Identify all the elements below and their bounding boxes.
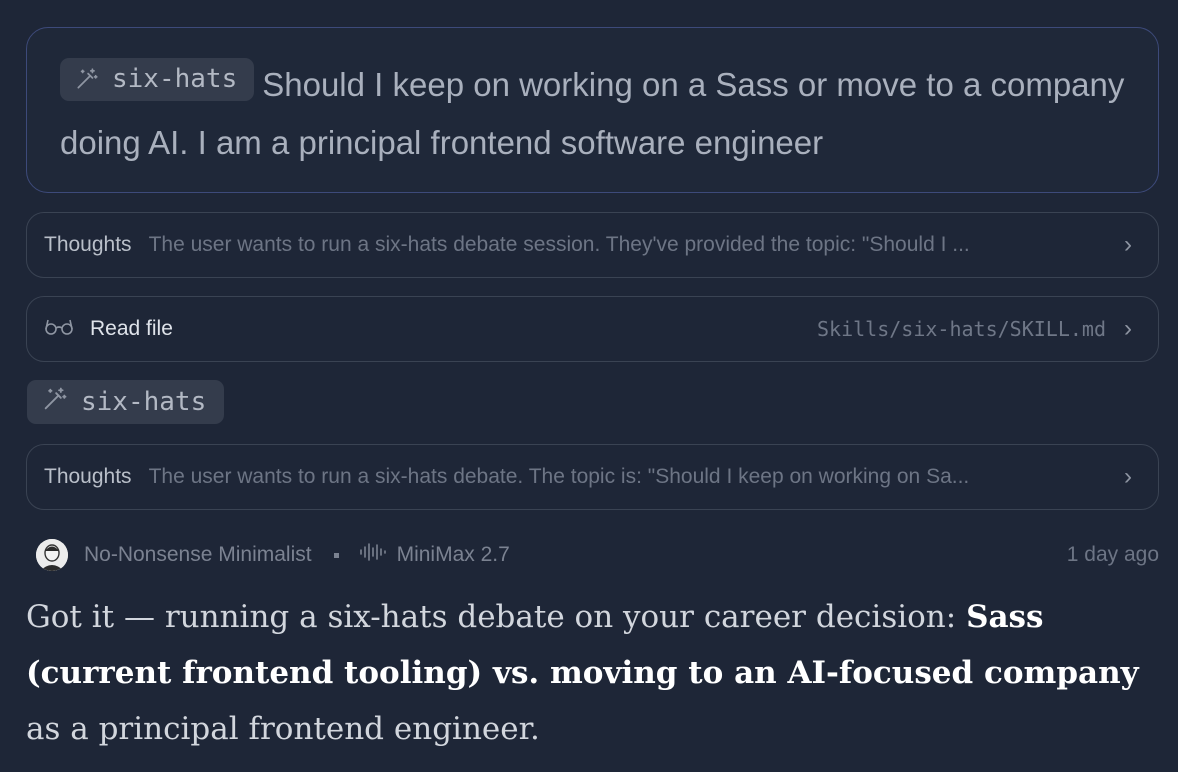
prompt-skill-chip[interactable]: six-hats — [60, 57, 255, 101]
prompt-skill-chip-label: six-hats — [112, 64, 238, 94]
avatar — [36, 539, 68, 571]
thoughts-summary: The user wants to run a six-hats debate … — [148, 233, 970, 256]
waveform-icon — [359, 541, 387, 569]
message-intro: Got it — running a six-hats debate on yo… — [26, 599, 967, 635]
thoughts-label: Thoughts — [44, 465, 132, 488]
user-prompt-bubble: six-hats Should I keep on working on a S… — [26, 27, 1159, 193]
model-name[interactable]: MiniMax 2.7 — [397, 543, 510, 567]
thoughts-label: Thoughts — [44, 233, 132, 256]
chevron-right-icon: › — [1124, 231, 1132, 258]
skill-chip-label: six-hats — [81, 387, 207, 417]
thoughts-summary: The user wants to run a six-hats debate.… — [148, 465, 970, 488]
separator-dot — [333, 552, 339, 558]
message-timestamp: 1 day ago — [1066, 543, 1159, 566]
persona-name[interactable]: No-Nonsense Minimalist — [84, 543, 312, 567]
assistant-message: Got it — running a six-hats debate on yo… — [26, 589, 1166, 757]
glasses-icon — [44, 316, 74, 342]
thoughts-row[interactable]: Thoughts The user wants to run a six-hat… — [26, 212, 1159, 278]
magic-wand-icon — [74, 66, 100, 92]
chevron-right-icon: › — [1124, 463, 1132, 490]
read-file-path: Skills/six-hats/SKILL.md — [817, 317, 1106, 341]
chevron-right-icon: › — [1124, 315, 1132, 342]
thoughts-row[interactable]: Thoughts The user wants to run a six-hat… — [26, 444, 1159, 510]
message-meta: No-Nonsense Minimalist MiniMax 2.7 1 day… — [36, 537, 1159, 573]
magic-wand-icon — [41, 385, 69, 420]
read-file-row[interactable]: Read file Skills/six-hats/SKILL.md › — [26, 296, 1159, 362]
message-outro: as a principal frontend engineer. — [26, 711, 540, 747]
skill-chip[interactable]: six-hats — [27, 380, 225, 424]
read-file-label: Read file — [90, 317, 173, 340]
